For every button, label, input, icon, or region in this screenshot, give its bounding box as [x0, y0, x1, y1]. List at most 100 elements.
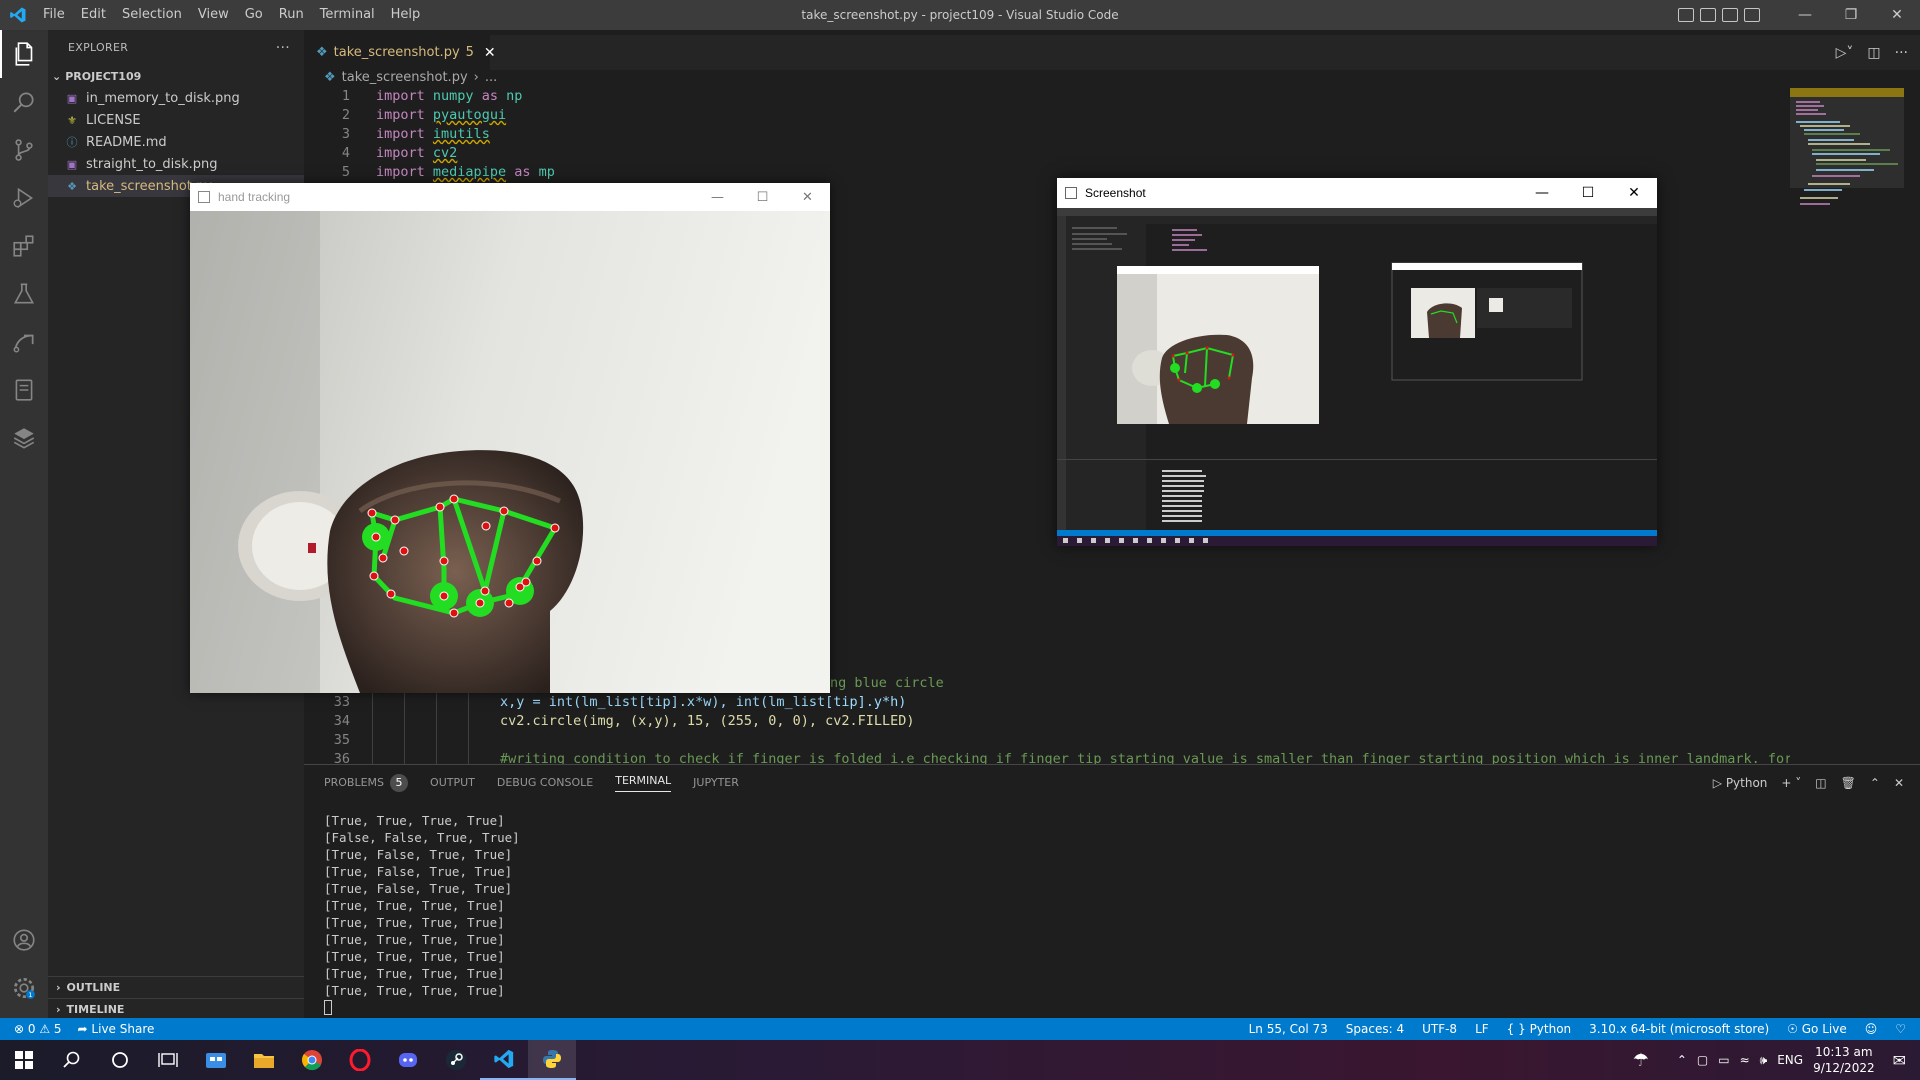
end-of-line[interactable]: LF	[1475, 1022, 1489, 1036]
app-store-icon[interactable]	[192, 1040, 240, 1080]
maximize-button[interactable]: ☐	[740, 183, 785, 211]
menu-file[interactable]: File	[35, 0, 73, 30]
line-number: 33	[333, 694, 350, 710]
minimap[interactable]	[1790, 88, 1904, 764]
notification-center-icon[interactable]: ✉	[1893, 1051, 1906, 1070]
feedback-icon[interactable]: ☺	[1865, 1022, 1878, 1036]
breadcrumb-rest[interactable]: ...	[485, 70, 497, 85]
file-item[interactable]: ⓘ README.md	[48, 131, 304, 153]
file-item[interactable]: ▣ straight_to_disk.png	[48, 153, 304, 175]
terminal-output[interactable]: [True, True, True, True] [False, False, …	[324, 813, 520, 1017]
close-window-button[interactable]: ✕	[785, 183, 830, 211]
tab-debug-console[interactable]: DEBUG CONSOLE	[497, 776, 593, 789]
more-actions-icon[interactable]: ···	[1895, 45, 1908, 61]
close-icon[interactable]: ✕	[484, 45, 496, 61]
menu-help[interactable]: Help	[383, 0, 429, 30]
wifi-icon[interactable]: ≈	[1740, 1053, 1750, 1067]
file-explorer-icon[interactable]	[240, 1040, 288, 1080]
maximize-button[interactable]: ☐	[1565, 178, 1611, 208]
steam-icon[interactable]	[432, 1040, 480, 1080]
close-window-button[interactable]: ✕	[1611, 178, 1657, 208]
remote-explorer-icon[interactable]	[0, 318, 48, 366]
toggle-secondary-sidebar-icon[interactable]	[1722, 8, 1738, 22]
task-view-icon[interactable]	[144, 1040, 192, 1080]
menu-edit[interactable]: Edit	[73, 0, 114, 30]
notebook-icon[interactable]	[0, 366, 48, 414]
extensions-icon[interactable]	[0, 222, 48, 270]
timeline-section[interactable]: › TIMELINE	[48, 998, 304, 1020]
notifications-bell-icon[interactable]: ♡	[1895, 1022, 1906, 1036]
chevron-up-icon[interactable]: ⌃	[1677, 1053, 1687, 1067]
line-number: 2	[341, 107, 350, 123]
toggle-sidebar-icon[interactable]	[1678, 8, 1694, 22]
menu-selection[interactable]: Selection	[114, 0, 190, 30]
split-editor-icon[interactable]: ◫	[1867, 45, 1880, 61]
accounts-icon[interactable]	[0, 916, 48, 964]
vscode-taskbar-icon[interactable]	[480, 1040, 528, 1080]
breadcrumb-file[interactable]: take_screenshot.py	[342, 70, 468, 85]
restore-button[interactable]: ❐	[1828, 0, 1874, 30]
more-actions-icon[interactable]: ···	[276, 40, 290, 56]
code-line: 36 #writing condition to check if finger…	[304, 751, 1866, 764]
minimize-button[interactable]: —	[1782, 0, 1828, 30]
search-icon[interactable]	[48, 1040, 96, 1080]
terminal-shell-selector[interactable]: ▷ Python	[1713, 776, 1768, 790]
project-folder[interactable]: ⌄ PROJECT109	[48, 65, 304, 87]
volume-icon[interactable]: 🕪	[1760, 1053, 1768, 1068]
hand-tracking-window[interactable]: hand tracking — ☐ ✕	[190, 183, 830, 693]
tab-take-screenshot[interactable]: ❖ take_screenshot.py 5 ✕	[304, 35, 496, 70]
go-live-button[interactable]: ☉ Go Live	[1787, 1022, 1847, 1036]
kill-terminal-icon[interactable]: 🗑	[1841, 776, 1856, 790]
encoding[interactable]: UTF-8	[1422, 1022, 1457, 1036]
tab-problems[interactable]: PROBLEMS 5	[324, 773, 409, 792]
language-mode[interactable]: { } Python	[1507, 1022, 1572, 1036]
file-item[interactable]: ▣ in_memory_to_disk.png	[48, 87, 304, 109]
search-icon[interactable]	[0, 78, 48, 126]
tab-terminal[interactable]: TERMINAL	[615, 774, 672, 792]
python-interpreter[interactable]: 3.10.x 64-bit (microsoft store)	[1589, 1022, 1769, 1036]
tab-output[interactable]: OUTPUT	[430, 776, 475, 789]
battery-icon[interactable]: ▭	[1718, 1053, 1729, 1067]
file-item[interactable]: ⚜ LICENSE	[48, 109, 304, 131]
layers-icon[interactable]	[0, 414, 48, 462]
tab-jupyter[interactable]: JUPYTER	[693, 776, 739, 789]
cortana-icon[interactable]	[96, 1040, 144, 1080]
testing-flask-icon[interactable]	[0, 270, 48, 318]
source-control-icon[interactable]	[0, 126, 48, 174]
split-terminal-icon[interactable]: ◫	[1815, 776, 1826, 790]
settings-gear-icon[interactable]: 1	[0, 964, 48, 1012]
explorer-icon[interactable]	[0, 30, 48, 78]
minimize-button[interactable]: —	[695, 183, 740, 211]
opera-icon[interactable]	[336, 1040, 384, 1080]
menu-run[interactable]: Run	[271, 0, 312, 30]
screenshot-window[interactable]: Screenshot — ☐ ✕	[1057, 178, 1657, 546]
clock[interactable]: 10:13 am 9/12/2022	[1813, 1044, 1875, 1076]
close-window-button[interactable]: ✕	[1874, 0, 1920, 30]
indentation[interactable]: Spaces: 4	[1346, 1022, 1404, 1036]
minimize-button[interactable]: —	[1519, 178, 1565, 208]
run-file-icon[interactable]: ▷˅	[1836, 45, 1854, 61]
problems-status[interactable]: ⊗ 0 ⚠ 5	[14, 1022, 62, 1036]
maximize-panel-icon[interactable]: ⌃	[1870, 776, 1880, 790]
toggle-panel-icon[interactable]	[1700, 8, 1716, 22]
weather-umbrella-icon[interactable]: ☂	[1633, 1050, 1649, 1071]
chrome-icon[interactable]	[288, 1040, 336, 1080]
close-panel-icon[interactable]: ✕	[1894, 776, 1904, 790]
customize-layout-icon[interactable]	[1744, 8, 1760, 22]
project-name: PROJECT109	[65, 69, 142, 83]
cursor-position[interactable]: Ln 55, Col 73	[1249, 1022, 1328, 1036]
menu-view[interactable]: View	[190, 0, 237, 30]
run-debug-icon[interactable]	[0, 174, 48, 222]
discord-icon[interactable]	[384, 1040, 432, 1080]
language-indicator[interactable]: ENG	[1777, 1053, 1803, 1067]
live-share-button[interactable]: ➦ Live Share	[78, 1022, 155, 1036]
menu-terminal[interactable]: Terminal	[312, 0, 383, 30]
window-app-icon	[198, 191, 210, 203]
terminal-line: [True, True, True, True]	[324, 949, 505, 964]
outline-section[interactable]: › OUTLINE	[48, 976, 304, 998]
new-terminal-icon[interactable]: + ˅	[1781, 776, 1801, 790]
menu-go[interactable]: Go	[237, 0, 271, 30]
windows-start-icon[interactable]	[0, 1040, 48, 1080]
python-taskbar-icon[interactable]	[528, 1040, 576, 1080]
display-icon[interactable]: ▢	[1697, 1053, 1708, 1067]
